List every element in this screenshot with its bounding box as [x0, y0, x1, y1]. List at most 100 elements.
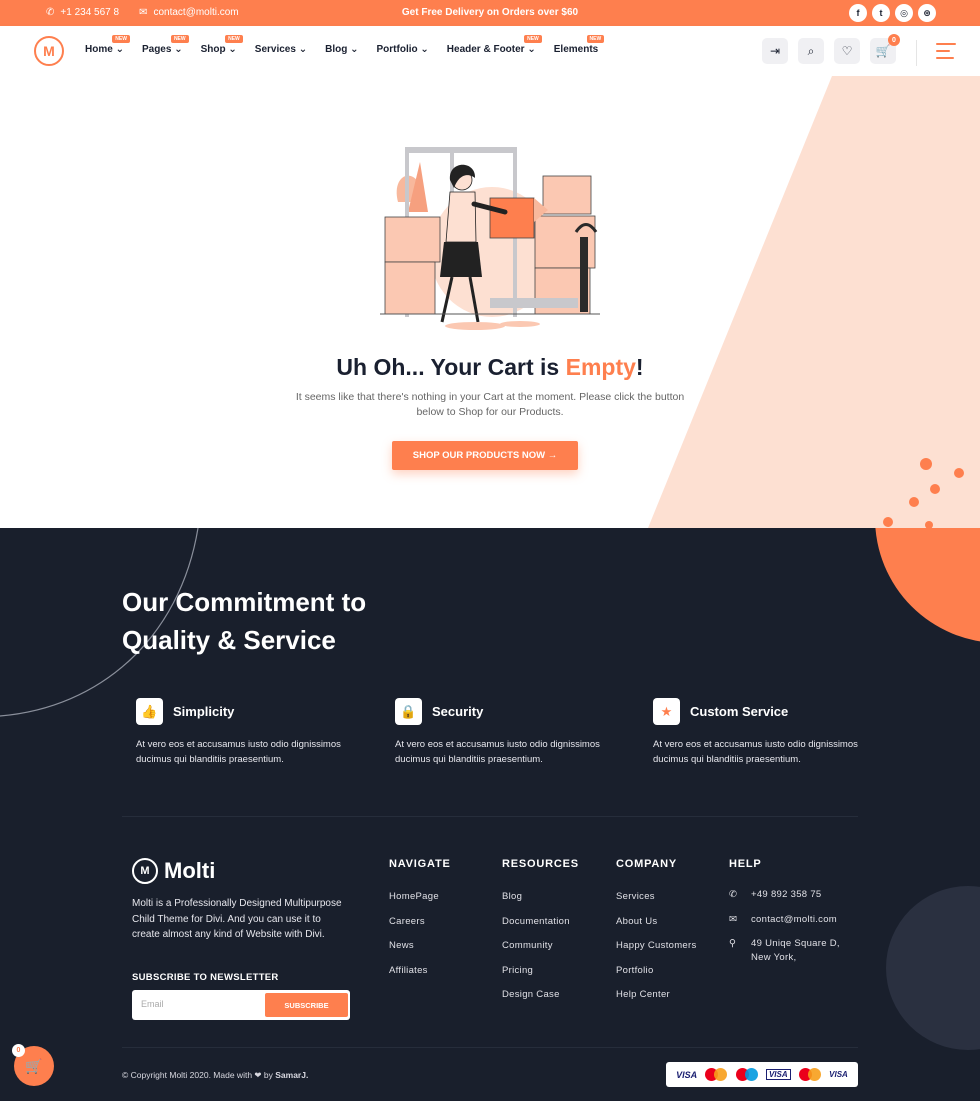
- email-text: contact@molti.com: [751, 913, 838, 925]
- payment-methods: VISA VISA VISA: [666, 1062, 858, 1087]
- phone-text: +49 892 358 75: [751, 889, 822, 900]
- footer-brand[interactable]: M Molti: [132, 858, 215, 884]
- heading-suffix: !: [635, 354, 644, 380]
- star-icon: ★: [653, 698, 680, 725]
- menu-label: Home: [85, 44, 113, 55]
- brand-name: Molti: [164, 858, 216, 883]
- newsletter-form: Email SUBSCRIBE: [132, 990, 350, 1020]
- copyright-text: © Copyright Molti 2020. Made with ❤ by: [122, 1070, 276, 1080]
- social-links: f t ◎ ⊛: [849, 4, 936, 22]
- footer-link[interactable]: Portfolio: [616, 965, 697, 990]
- footer-link[interactable]: About Us: [616, 916, 697, 941]
- email-contact[interactable]: ✉ contact@molti.com: [139, 7, 239, 18]
- heading-line: Our Commitment to: [122, 587, 367, 617]
- facebook-icon[interactable]: f: [849, 4, 867, 22]
- menu-label: Header & Footer: [446, 44, 525, 55]
- hamburger-menu-icon[interactable]: [936, 43, 956, 64]
- menu-item-shop[interactable]: Shop ⌄ NEW: [200, 35, 243, 55]
- nav-divider: [916, 40, 917, 66]
- search-icon[interactable]: ⌕: [798, 38, 824, 64]
- cart-count-badge: 0: [888, 34, 900, 46]
- logo-letter: M: [43, 43, 55, 59]
- column-heading: NAVIGATE: [389, 858, 451, 870]
- phone-icon: ✆: [46, 7, 55, 18]
- subscribe-button[interactable]: SUBSCRIBE: [265, 993, 348, 1017]
- footer-divider: [122, 816, 858, 817]
- help-email[interactable]: ✉ contact@molti.com: [729, 913, 846, 938]
- footer-link[interactable]: Help Center: [616, 989, 697, 1014]
- email-input[interactable]: Email: [141, 999, 164, 1009]
- mail-icon: ✉: [139, 7, 148, 18]
- menu-item-services[interactable]: Services ⌄: [255, 44, 307, 55]
- visa-card-icon: VISA: [676, 1069, 698, 1080]
- footer-link[interactable]: Services: [616, 891, 697, 916]
- empty-cart-section: Uh Oh... Your Cart is Empty! It seems li…: [0, 76, 980, 528]
- feature-simplicity: 👍 Simplicity At vero eos et accusamus ius…: [136, 698, 346, 767]
- login-icon[interactable]: ⇥: [762, 38, 788, 64]
- menu-item-elements[interactable]: Elements NEW: [553, 35, 605, 55]
- shop-products-button[interactable]: SHOP OUR PRODUCTS NOW →: [392, 441, 578, 470]
- menu-label: Elements: [553, 44, 599, 55]
- mail-icon: ✉: [729, 913, 738, 925]
- menu-label: Pages: [141, 44, 172, 55]
- feature-title: Custom Service: [690, 704, 789, 719]
- cart-count-badge: 0: [12, 1044, 25, 1057]
- heading-accent: Empty: [565, 354, 636, 380]
- feature-title: Security: [432, 704, 484, 719]
- phone-contact[interactable]: ✆ +1 234 567 8: [46, 7, 119, 18]
- footer-link[interactable]: Happy Customers: [616, 940, 697, 965]
- footer-link[interactable]: Pricing: [502, 965, 579, 990]
- lock-icon: 🔒: [395, 698, 422, 725]
- footer-column-navigate: NAVIGATE HomePage Careers News Affiliate…: [389, 858, 451, 989]
- empty-cart-heading: Uh Oh... Your Cart is Empty!: [0, 354, 980, 381]
- new-badge: NEW: [225, 35, 243, 43]
- heart-icon[interactable]: ♡: [834, 38, 860, 64]
- footer-link[interactable]: Careers: [389, 916, 451, 941]
- footer-link[interactable]: Documentation: [502, 916, 579, 941]
- footer-divider: [122, 1047, 858, 1048]
- thumbs-up-icon: 👍: [136, 698, 163, 725]
- mastercard-icon: [705, 1068, 728, 1081]
- footer-link[interactable]: Design Case: [502, 989, 579, 1014]
- menu-label: Shop: [200, 44, 226, 55]
- help-address: ⚲ 49 Uniqe Square D, New York,: [729, 937, 846, 963]
- heading-line: Quality & Service: [122, 625, 336, 655]
- footer-link[interactable]: Community: [502, 940, 579, 965]
- empty-cart-illustration: [380, 147, 600, 330]
- menu-item-pages[interactable]: Pages ⌄ NEW: [141, 35, 189, 55]
- help-phone[interactable]: ✆ +49 892 358 75: [729, 888, 846, 913]
- footer-link[interactable]: Affiliates: [389, 965, 451, 990]
- menu-item-blog[interactable]: Blog ⌄: [325, 44, 358, 55]
- new-badge: NEW: [170, 35, 189, 43]
- dribbble-icon[interactable]: ⊛: [918, 4, 936, 22]
- cart-icon[interactable]: 🛒 0: [870, 34, 900, 64]
- heading-prefix: Uh Oh... Your Cart is: [336, 354, 566, 380]
- maestro-icon: [735, 1068, 758, 1081]
- empty-cart-description: It seems like that there's nothing in yo…: [295, 391, 685, 418]
- new-badge: NEW: [524, 35, 542, 43]
- floating-cart-button[interactable]: 🛒 0: [12, 1044, 54, 1086]
- footer-link[interactable]: HomePage: [389, 891, 451, 916]
- instagram-icon[interactable]: ◎: [895, 4, 913, 22]
- feature-title: Simplicity: [173, 704, 235, 719]
- menu-item-header-footer[interactable]: Header & Footer ⌄ NEW: [446, 35, 542, 55]
- phone-icon: ✆: [729, 889, 738, 900]
- author-link[interactable]: SamarJ.: [275, 1070, 308, 1080]
- site-logo[interactable]: M: [34, 36, 64, 66]
- twitter-icon[interactable]: t: [872, 4, 890, 22]
- menu-label: Portfolio: [376, 44, 418, 55]
- mastercard-icon: [798, 1068, 821, 1081]
- menu-item-portfolio[interactable]: Portfolio ⌄: [377, 44, 429, 55]
- menu-item-home[interactable]: Home ⌄ NEW: [85, 35, 130, 55]
- copyright: © Copyright Molti 2020. Made with ❤ by S…: [122, 1070, 308, 1081]
- column-heading: HELP: [729, 858, 762, 870]
- footer-link[interactable]: News: [389, 940, 451, 965]
- footer: Our Commitment to Quality & Service 👍 Sim…: [0, 528, 980, 1101]
- footer-link[interactable]: Blog: [502, 891, 579, 916]
- cart-icon: 🛒: [25, 1057, 43, 1074]
- location-pin-icon: ⚲: [729, 938, 737, 949]
- menu-label: Services: [254, 44, 296, 55]
- menu-label: Blog: [325, 44, 348, 55]
- logo-icon: M: [132, 858, 158, 884]
- column-heading: COMPANY: [616, 858, 678, 870]
